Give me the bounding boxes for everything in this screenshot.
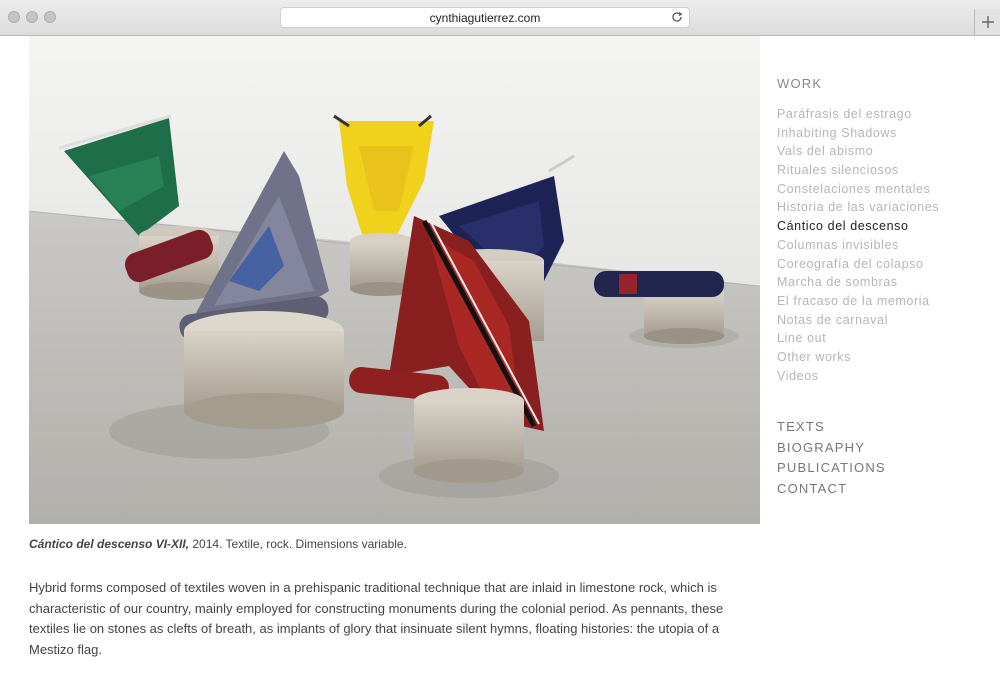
caption-details: 2014. Textile, rock. Dimensions variable… [189,537,407,551]
work-item[interactable]: Line out [777,329,939,348]
work-item[interactable]: Vals del abismo [777,142,939,161]
work-item[interactable]: Paráfrasis del estrago [777,105,939,124]
work-item[interactable]: Columnas invisibles [777,236,939,255]
reload-icon[interactable] [670,10,684,24]
work-item[interactable]: Inhabiting Shadows [777,124,939,143]
nav-publications-link[interactable]: PUBLICATIONS [777,458,939,479]
url-text: cynthiagutierrez.com [429,11,541,25]
close-window-button[interactable] [8,11,20,23]
work-item[interactable]: Marcha de sombras [777,273,939,292]
zoom-window-button[interactable] [44,11,56,23]
photo-caption: Cántico del descenso VI-XII, 2014. Texti… [29,537,407,551]
nav-biography-link[interactable]: BIOGRAPHY [777,438,939,459]
nav-texts-link[interactable]: TEXTS [777,417,939,438]
work-item[interactable]: El fracaso de la memoria [777,292,939,311]
caption-title: Cántico del descenso VI-XII, [29,537,190,551]
address-bar[interactable]: cynthiagutierrez.com [280,7,690,28]
main-links: TEXTS BIOGRAPHY PUBLICATIONS CONTACT [777,417,939,499]
artwork-description: Hybrid forms composed of textiles woven … [29,580,724,657]
work-item[interactable]: Historia de las variaciones [777,198,939,217]
new-tab-button[interactable] [974,9,1000,35]
work-item[interactable]: Videos [777,367,939,386]
work-item[interactable]: Notas de carnaval [777,311,939,330]
work-list: Paráfrasis del estrago Inhabiting Shadow… [777,105,939,385]
side-navigation: WORK Paráfrasis del estrago Inhabiting S… [777,76,939,499]
nav-work-heading[interactable]: WORK [777,76,939,91]
work-item[interactable]: Coreografía del colapso [777,255,939,274]
browser-toolbar: cynthiagutierrez.com [0,0,1000,36]
nav-contact-link[interactable]: CONTACT [777,479,939,500]
plus-icon [982,16,994,28]
minimize-window-button[interactable] [26,11,38,23]
work-item[interactable]: Constelaciones mentales [777,180,939,199]
work-item[interactable]: Rituales silenciosos [777,161,939,180]
work-item[interactable]: Other works [777,348,939,367]
artwork-photo [29,36,760,524]
work-item-active[interactable]: Cántico del descenso [777,217,939,236]
